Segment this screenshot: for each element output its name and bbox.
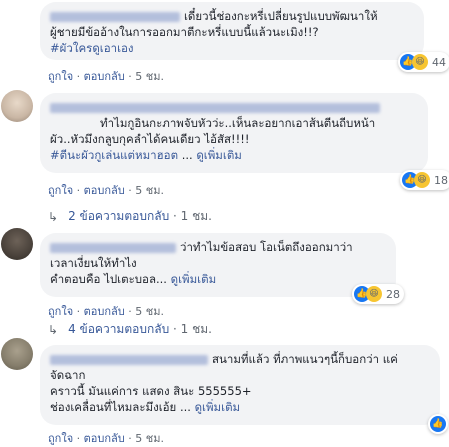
timestamp[interactable]: 5 ชม. bbox=[135, 184, 164, 197]
comment-bubble: ทำไมกูอินกะภาพจับหัวว่ะ..เห็นละอยากเอาส้… bbox=[40, 93, 428, 173]
reply-time: 1 ชม. bbox=[180, 209, 212, 223]
comment-text: ผัว..หัวมึงกลูบกุคลำได้คนเดียว ไอ้สัส!!!… bbox=[50, 132, 250, 146]
hashtag-link[interactable]: #ตีนะผัวกูเล่นแต่หมาฮอต bbox=[50, 148, 178, 162]
avatar[interactable] bbox=[1, 228, 33, 260]
like-button[interactable]: ถูกใจ bbox=[48, 70, 73, 83]
reply-time-wrap: · 1 ชม. bbox=[169, 209, 212, 223]
commenter-name-redacted[interactable] bbox=[50, 11, 180, 22]
reply-arrow-icon: ↳ bbox=[48, 322, 59, 337]
comment-text: สนามที่แล้ว ที่ภาพแนวๆนี้ก็บอกว่า แค่ bbox=[212, 352, 398, 366]
like-button[interactable]: ถูกใจ bbox=[48, 184, 73, 197]
commenter-name-redacted[interactable] bbox=[50, 354, 208, 365]
reply-time-wrap: · 1 ชม. bbox=[169, 322, 212, 336]
comment-line: ทำไมกูอินกะภาพจับหัวว่ะ..เห็นละอยากเอาส้… bbox=[50, 115, 418, 131]
comment-line: เดี๋ยวนี้ช่องกะหรี่เปลี่ยนรูปแบบพัฒนาให้ bbox=[50, 8, 414, 24]
reaction-count: 28 bbox=[386, 287, 400, 301]
avatar[interactable] bbox=[1, 90, 33, 122]
comment-text: เดี๋ยวนี้ช่องกะหรี่เปลี่ยนรูปแบบพัฒนาให้ bbox=[184, 9, 378, 23]
reply-button[interactable]: ตอบกลับ bbox=[84, 305, 125, 318]
reaction-summary[interactable]: 👍 😆 28 bbox=[352, 284, 404, 304]
comment-text: ผู้ชายมีข้ออ้างในการออกมาตีกะหรี่แบบนี้แ… bbox=[50, 25, 319, 39]
reaction-summary[interactable]: 👍 😆 18 bbox=[400, 170, 449, 190]
comment-text: เวลาเงี่ยนให้ทำไง bbox=[50, 256, 137, 270]
haha-icon: 😆 bbox=[366, 286, 382, 302]
comment-actions: ถูกใจ · ตอบกลับ · 5 ชม. bbox=[48, 70, 164, 83]
see-more-link[interactable]: ดูเพิ่มเติม bbox=[171, 272, 217, 286]
see-more-link[interactable]: ดูเพิ่มเติม bbox=[195, 400, 241, 414]
avatar[interactable] bbox=[1, 338, 33, 370]
reaction-summary[interactable]: 👍 bbox=[428, 414, 448, 434]
comment-line: สนามที่แล้ว ที่ภาพแนวๆนี้ก็บอกว่า แค่ bbox=[50, 351, 430, 367]
view-replies[interactable]: ↳ 4 ข้อความตอบกลับ · 1 ชม. bbox=[48, 320, 212, 339]
reply-button[interactable]: ตอบกลับ bbox=[84, 432, 125, 445]
timestamp[interactable]: 5 ชม. bbox=[135, 305, 164, 318]
comment-actions: ถูกใจ · ตอบกลับ · 5 ชม. bbox=[48, 184, 164, 197]
reply-button[interactable]: ตอบกลับ bbox=[84, 70, 125, 83]
comment-actions: ถูกใจ · ตอบกลับ · 5 ชม. bbox=[48, 432, 164, 445]
like-icon: 👍 bbox=[430, 416, 446, 432]
like-button[interactable]: ถูกใจ bbox=[48, 432, 73, 445]
comment-text: คราวนี้ มันแค่การ แสดง สินะ 555555+ bbox=[50, 384, 252, 398]
comment-bubble: สนามที่แล้ว ที่ภาพแนวๆนี้ก็บอกว่า แค่ จั… bbox=[40, 345, 440, 425]
comment-line bbox=[50, 99, 418, 115]
comment-text: คำตอบคือ ไปเตะบอล... bbox=[50, 272, 167, 286]
replies-link[interactable]: 4 ข้อความตอบกลับ bbox=[68, 320, 169, 339]
reaction-count: 44 bbox=[432, 55, 446, 69]
comment-actions: ถูกใจ · ตอบกลับ · 5 ชม. bbox=[48, 305, 164, 318]
comment-line: ว่าทำไมข้อสอบ โอเน็ตถึงออกมาว่า bbox=[50, 239, 386, 255]
comment-text: ทำไมกูอินกะภาพจับหัวว่ะ..เห็นละอยากเอาส้… bbox=[100, 116, 376, 130]
timestamp[interactable]: 5 ชม. bbox=[135, 432, 164, 445]
like-button[interactable]: ถูกใจ bbox=[48, 305, 73, 318]
comment-bubble: ว่าทำไมข้อสอบ โอเน็ตถึงออกมาว่า เวลาเงี่… bbox=[40, 233, 396, 297]
comment-bubble: เดี๋ยวนี้ช่องกะหรี่เปลี่ยนรูปแบบพัฒนาให้… bbox=[40, 2, 424, 60]
reaction-count: 18 bbox=[434, 173, 448, 187]
comment-text: ว่าทำไมข้อสอบ โอเน็ตถึงออกมาว่า bbox=[180, 240, 353, 254]
haha-icon: 😆 bbox=[412, 54, 428, 70]
view-replies[interactable]: ↳ 2 ข้อความตอบกลับ · 1 ชม. bbox=[48, 207, 212, 226]
hashtag-link[interactable]: #ผัวใครดูเอาเอง bbox=[50, 40, 414, 56]
commenter-name-redacted[interactable] bbox=[50, 102, 380, 113]
reply-arrow-icon: ↳ bbox=[48, 209, 59, 224]
replies-link[interactable]: 2 ข้อความตอบกลับ bbox=[68, 207, 169, 226]
reaction-summary[interactable]: 👍 😆 44 bbox=[398, 52, 449, 72]
comment-text: จัดฉาก bbox=[50, 368, 86, 382]
comment-text: ช่องเคลื่อนที่ไหมละมึงเอ้ย ... bbox=[50, 400, 191, 414]
timestamp[interactable]: 5 ชม. bbox=[135, 70, 164, 83]
commenter-name-redacted[interactable] bbox=[50, 242, 176, 253]
reply-time: 1 ชม. bbox=[180, 322, 212, 336]
haha-icon: 😆 bbox=[414, 172, 430, 188]
see-more-link[interactable]: ดูเพิ่มเติม bbox=[196, 148, 242, 162]
reply-button[interactable]: ตอบกลับ bbox=[84, 184, 125, 197]
